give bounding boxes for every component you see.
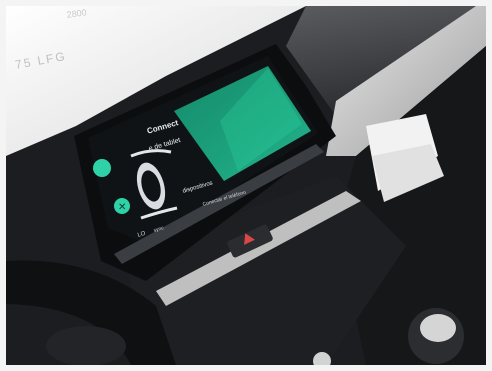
sensor-volume-button[interactable] [93,159,111,177]
gear-knob-top [420,314,456,342]
car-interior-photo: ✕ Connect e de tablet dispositivos Conec… [6,6,486,365]
close-icon: ✕ [118,202,126,213]
interior-scene: ✕ [6,6,486,365]
steering-column [46,326,126,365]
